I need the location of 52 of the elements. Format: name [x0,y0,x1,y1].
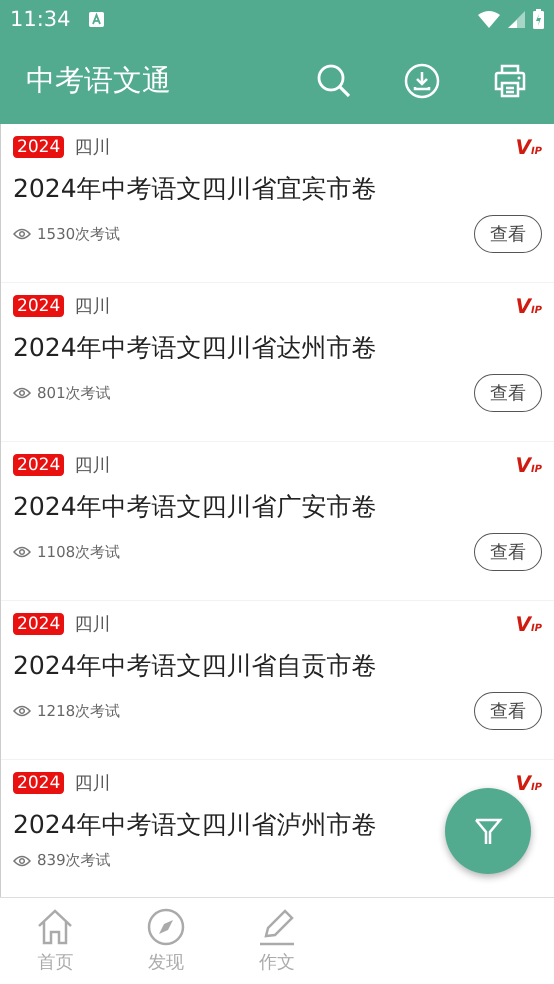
paper-title: 2024年中考语文四川省达州市卷 [13,332,377,364]
year-tag: 2024 [13,136,64,158]
paper-title: 2024年中考语文四川省宜宾市卷 [13,173,377,205]
battery-charging-icon [533,9,544,29]
eye-icon [13,705,31,717]
exam-paper-card[interactable]: 2024 四川 VIP 2024年中考语文四川省宜宾市卷 1530次考试 查看 [1,124,554,282]
print-button[interactable] [492,63,528,99]
eye-icon [13,854,31,866]
eye-icon [13,228,31,240]
paper-title: 2024年中考语文四川省泸州市卷 [13,809,377,841]
exam-count: 801次考试 [37,384,111,402]
region-label: 四川 [74,454,110,477]
paper-title: 2024年中考语文四川省广安市卷 [13,491,377,523]
year-tag: 2024 [13,454,64,476]
keyboard-notification-icon [88,12,104,26]
compass-icon [147,908,186,946]
paper-title: 2024年中考语文四川省自贡市卷 [13,650,377,682]
year-tag: 2024 [13,295,64,317]
signal-icon [508,10,525,28]
eye-icon [13,387,31,399]
region-label: 四川 [74,295,110,318]
exam-paper-card[interactable]: 2024 四川 VIP 2024年中考语文四川省广安市卷 1108次考试 查看 [1,442,554,600]
region-label: 四川 [74,136,110,159]
vip-label: VIP [515,455,542,475]
app-title: 中考语文通 [26,62,171,99]
exam-count: 1530次考试 [37,224,120,244]
view-button[interactable]: 查看 [474,533,542,571]
vip-label: VIP [515,296,542,316]
filter-icon [473,816,503,846]
exam-paper-card[interactable]: 2024 四川 VIP 2024年中考语文四川省自贡市卷 1218次考试 查看 [1,601,554,759]
year-tag: 2024 [13,613,64,635]
exam-paper-card[interactable]: 2024 四川 VIP 2024年中考语文四川省达州市卷 801次考试 查看 [1,283,554,441]
home-icon [36,908,74,946]
region-label: 四川 [74,613,110,636]
region-label: 四川 [74,772,110,795]
pencil-icon [258,908,296,946]
wifi-icon [478,10,500,28]
vip-label: VIP [515,614,542,634]
view-button[interactable]: 查看 [474,374,542,412]
exam-count: 1218次考试 [37,702,120,720]
year-tag: 2024 [13,772,64,794]
status-time: 11:34 [10,7,71,31]
vip-label: VIP [515,137,542,157]
exam-count: 1108次考试 [37,542,120,562]
vip-label: VIP [515,773,542,793]
view-button[interactable]: 查看 [474,215,542,253]
exam-count: 839次考试 [37,851,111,870]
view-button[interactable]: 查看 [474,692,542,730]
search-button[interactable] [316,63,352,99]
exam-paper-card[interactable]: 2024 四川 VIP 2024年中考语文四川省泸州市卷 839次考试 [1,760,554,897]
download-button[interactable] [404,63,440,99]
eye-icon [13,546,31,558]
